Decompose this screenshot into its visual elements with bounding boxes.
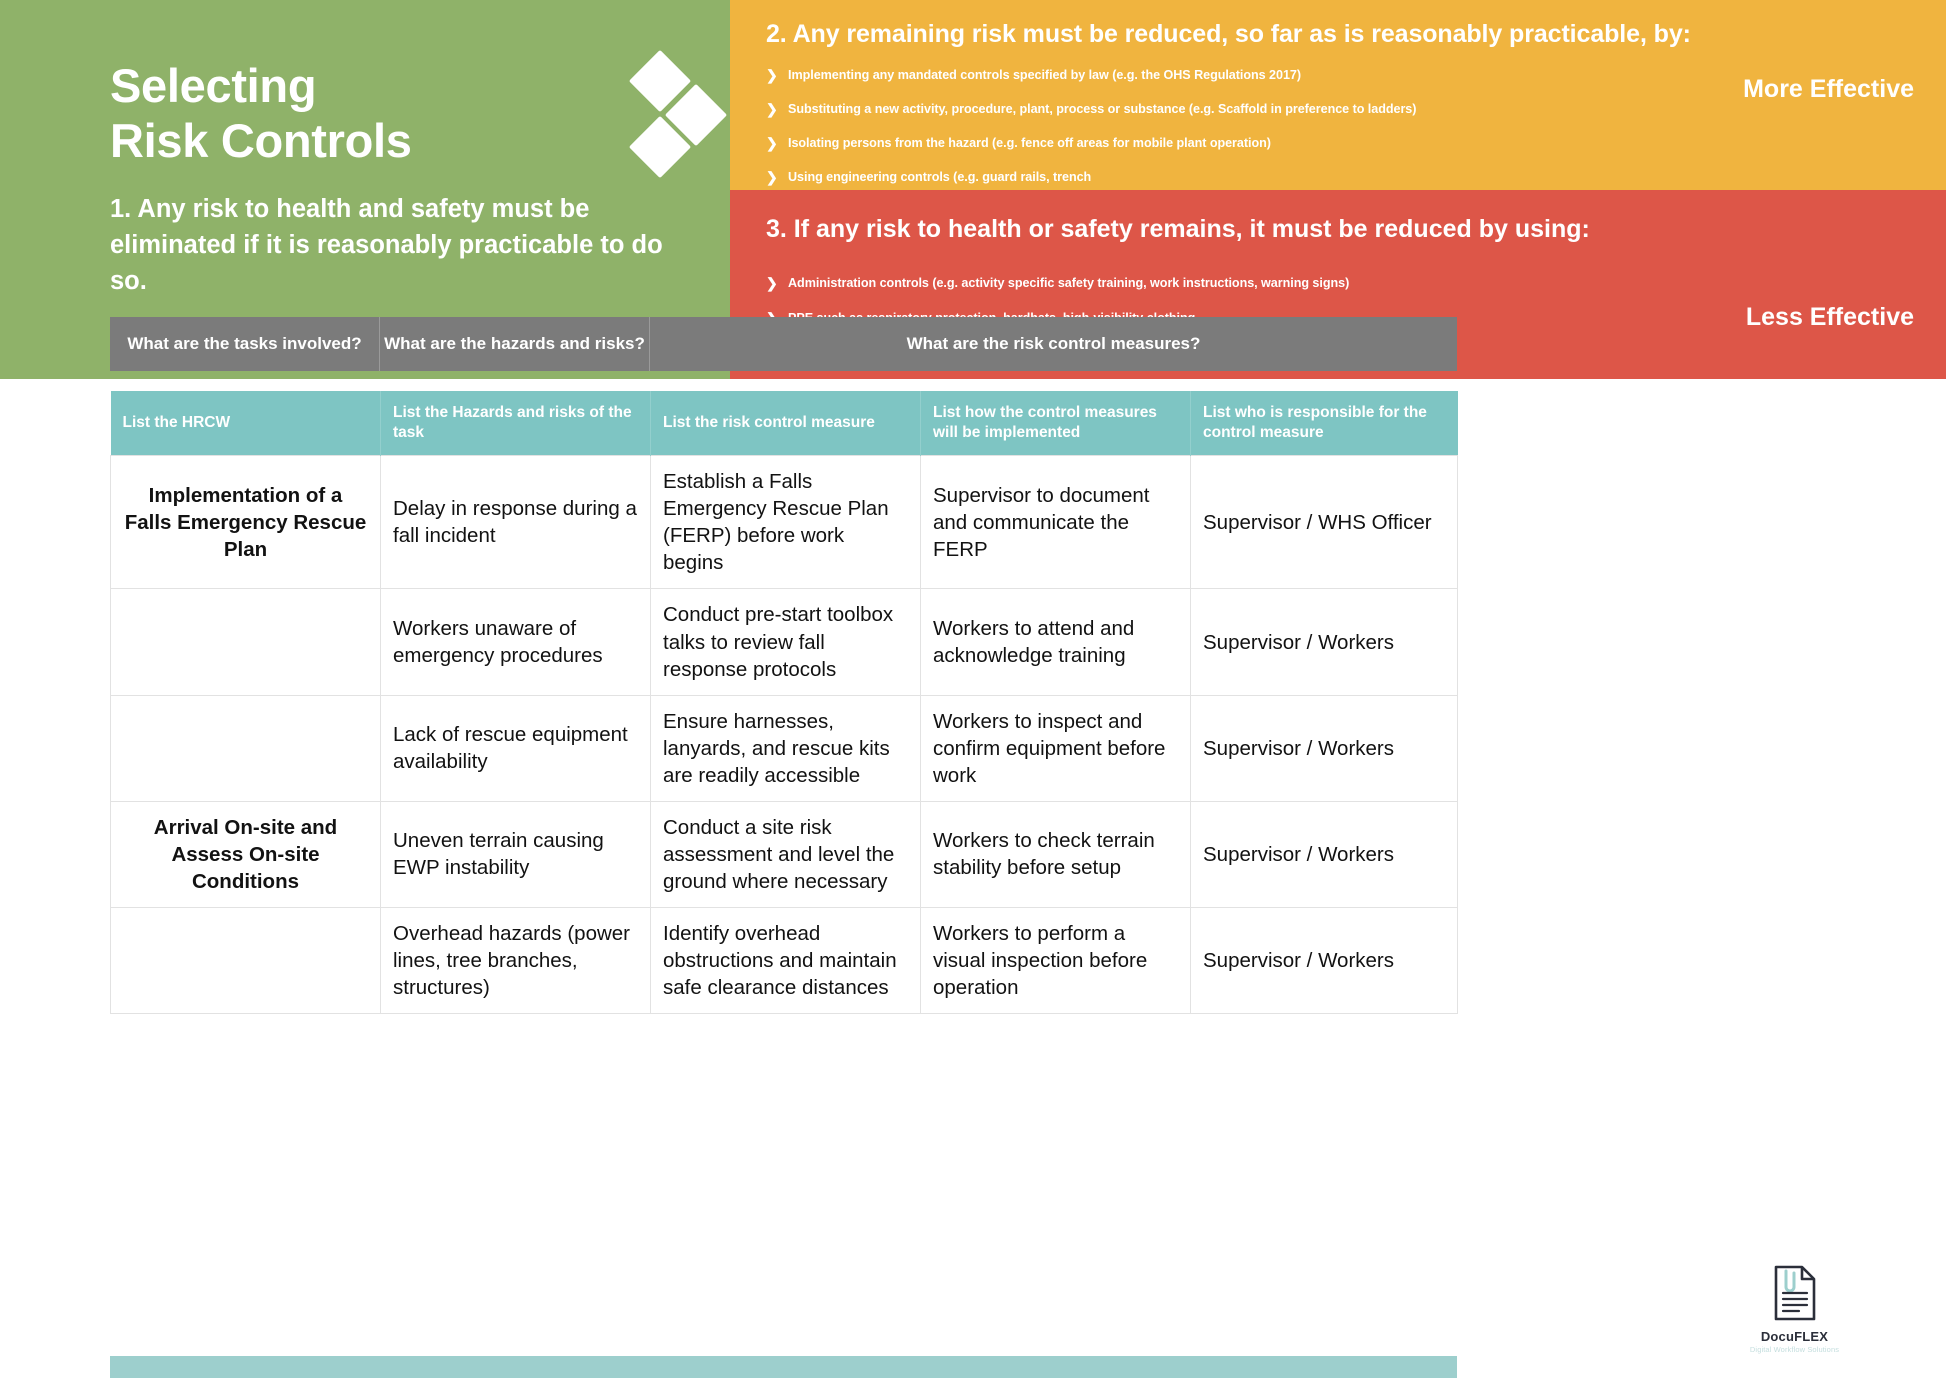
chevron-right-icon: ❯ — [766, 67, 778, 83]
cell-hazard[interactable]: Overhead hazards (power lines, tree bran… — [380, 906, 651, 1015]
column-header-implementation: List how the control measures will be im… — [920, 391, 1191, 456]
page-title-line1: Selecting — [110, 59, 317, 112]
cell-responsible[interactable]: Supervisor / Workers — [1190, 800, 1458, 908]
bottom-accent-bar — [110, 1356, 1457, 1378]
cell-hazard[interactable]: Uneven terrain causing EWP instability — [380, 800, 651, 908]
column-header-hrcw: List the HRCW — [110, 391, 381, 456]
bullet-text: Isolating persons from the hazard (e.g. … — [788, 135, 1271, 150]
cell-responsible[interactable]: Supervisor / WHS Officer — [1190, 455, 1458, 590]
cell-control[interactable]: Establish a Falls Emergency Rescue Plan … — [650, 455, 921, 590]
cell-hazard[interactable]: Delay in response during a fall incident — [380, 455, 651, 590]
cell-control[interactable]: Identify overhead obstructions and maint… — [650, 906, 921, 1015]
table-row: Implementation of a Falls Emergency Resc… — [110, 455, 1458, 590]
group-header-controls: What are the risk control measures? — [906, 334, 1201, 353]
cell-task[interactable] — [110, 588, 381, 696]
cell-responsible[interactable]: Supervisor / Workers — [1190, 906, 1458, 1015]
column-header-responsible: List who is responsible for the control … — [1190, 391, 1458, 456]
cell-implementation[interactable]: Workers to attend and acknowledge traini… — [920, 588, 1191, 696]
chevron-right-icon: ❯ — [766, 134, 778, 151]
group-header-hazards: What are the hazards and risks? — [380, 317, 650, 371]
cell-task[interactable] — [110, 694, 381, 802]
principle-2-heading: 2. Any remaining risk must be reduced, s… — [766, 20, 1691, 48]
risk-control-table: List the HRCW List the Hazards and risks… — [110, 391, 1458, 1015]
cell-control[interactable]: Ensure harnesses, lanyards, and rescue k… — [650, 694, 921, 802]
cell-control[interactable]: Conduct a site risk assessment and level… — [650, 800, 921, 908]
bullet-text: Administration controls (e.g. activity s… — [788, 276, 1350, 290]
risk-controls-page: Selecting Risk Controls 1. Any risk to h… — [0, 0, 1946, 1378]
logo-tagline: Digital Workflow Solutions — [1749, 1345, 1840, 1354]
chevron-right-icon: ❯ — [766, 168, 778, 185]
table-row: Overhead hazards (power lines, tree bran… — [110, 906, 1458, 1015]
bullet-text: Using engineering controls (e.g. guard r… — [788, 169, 1092, 184]
column-header-hazards: List the Hazards and risks of the task — [380, 391, 651, 456]
table-row: Arrival On-site and Assess On-site Condi… — [110, 800, 1458, 908]
cell-responsible[interactable]: Supervisor / Workers — [1190, 588, 1458, 696]
logo-name: DocuFLEX — [1760, 1329, 1829, 1344]
table-row: Workers unaware of emergency procedures … — [110, 588, 1458, 696]
cell-task[interactable] — [110, 906, 381, 1015]
cell-implementation[interactable]: Workers to check terrain stability befor… — [920, 800, 1191, 908]
list-item: ❯ Using engineering controls (e.g. guard… — [766, 168, 1826, 185]
cell-hazard[interactable]: Lack of rescue equipment availability — [380, 694, 651, 802]
less-effective-label: Less Effective — [1745, 303, 1914, 331]
cell-task[interactable]: Implementation of a Falls Emergency Resc… — [110, 455, 381, 590]
table-row: Lack of rescue equipment availability En… — [110, 694, 1458, 802]
title-block: Selecting Risk Controls 1. Any risk to h… — [110, 58, 670, 300]
column-header-control-measure: List the risk control measure — [650, 391, 921, 456]
cell-responsible[interactable]: Supervisor / Workers — [1190, 694, 1458, 802]
cell-implementation[interactable]: Supervisor to document and communicate t… — [920, 455, 1191, 590]
group-header-tasks: What are the tasks involved? — [110, 317, 380, 371]
principle-1-text: 1. Any risk to health and safety must be… — [110, 194, 663, 296]
table-header-row: List the HRCW List the Hazards and risks… — [110, 391, 1458, 456]
list-item: ❯ Isolating persons from the hazard (e.g… — [766, 134, 1826, 151]
principle-2-bullet-list: ❯ Implementing any mandated controls spe… — [766, 67, 1826, 190]
banner-yellow-panel: 2. Any remaining risk must be reduced, s… — [730, 0, 1946, 190]
bullet-text: Substituting a new activity, procedure, … — [788, 101, 1417, 116]
diamond-logo-icon — [628, 49, 730, 179]
document-icon — [1774, 1265, 1815, 1321]
cell-implementation[interactable]: Workers to perform a visual inspection b… — [920, 906, 1191, 1015]
cell-control[interactable]: Conduct pre-start toolbox talks to revie… — [650, 588, 921, 696]
list-item: ❯ Substituting a new activity, procedure… — [766, 100, 1826, 117]
more-effective-label: More Effective — [1743, 75, 1914, 103]
chevron-right-icon: ❯ — [766, 100, 778, 117]
table-group-header: What are the tasks involved? What are th… — [110, 317, 1457, 371]
cell-implementation[interactable]: Workers to inspect and confirm equipment… — [920, 694, 1191, 802]
list-item: ❯ Administration controls (e.g. activity… — [766, 275, 1826, 291]
bullet-text: Implementing any mandated controls speci… — [788, 68, 1302, 82]
cell-task[interactable]: Arrival On-site and Assess On-site Condi… — [110, 800, 381, 908]
docuflex-logo: DocuFLEX Digital Workflow Solutions — [1737, 1265, 1852, 1354]
principle-3-heading: 3. If any risk to health or safety remai… — [766, 215, 1590, 243]
page-title-line2: Risk Controls — [110, 114, 412, 168]
cell-hazard[interactable]: Workers unaware of emergency procedures — [380, 588, 651, 696]
chevron-right-icon: ❯ — [766, 275, 778, 291]
list-item: ❯ Implementing any mandated controls spe… — [766, 67, 1826, 83]
